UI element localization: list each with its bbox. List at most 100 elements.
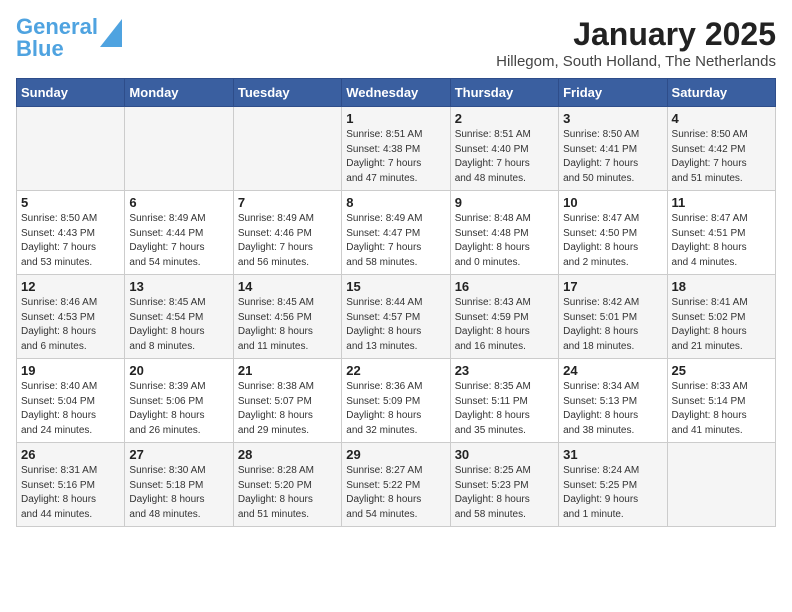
day-cell: 21 Sunrise: 8:38 AM Sunset: 5:07 PM Dayli… [233, 359, 341, 443]
day-cell: 27 Sunrise: 8:30 AM Sunset: 5:18 PM Dayli… [125, 443, 233, 527]
page-header: GeneralBlue January 2025 Hillegom, South… [16, 16, 776, 70]
week-row-5: 26 Sunrise: 8:31 AM Sunset: 5:16 PM Dayli… [17, 443, 776, 527]
day-info: Sunrise: 8:43 AM Sunset: 4:59 PM Dayligh… [455, 296, 554, 354]
day-number: 13 [129, 279, 228, 294]
day-cell: 17Sunrise: 8:42 AM Sunset: 5:01 PM Dayli… [559, 275, 667, 359]
day-number: 29 [346, 447, 445, 462]
day-cell [233, 107, 341, 191]
day-cell [667, 443, 775, 527]
day-cell: 4 Sunrise: 8:50 AM Sunset: 4:42 PM Daylig… [667, 107, 775, 191]
day-cell: 31Sunrise: 8:24 AM Sunset: 5:25 PM Dayli… [559, 443, 667, 527]
day-info: Sunrise: 8:50 AM Sunset: 4:42 PM Dayligh… [672, 128, 771, 186]
day-info: Sunrise: 8:33 AM Sunset: 5:14 PM Dayligh… [672, 380, 771, 438]
day-cell: 20 Sunrise: 8:39 AM Sunset: 5:06 PM Dayli… [125, 359, 233, 443]
day-info: Sunrise: 8:47 AM Sunset: 4:50 PM Dayligh… [563, 212, 662, 270]
day-number: 5 [21, 195, 120, 210]
day-number: 2 [455, 111, 554, 126]
day-number: 8 [346, 195, 445, 210]
day-cell: 8Sunrise: 8:49 AM Sunset: 4:47 PM Daylig… [342, 191, 450, 275]
day-info: Sunrise: 8:34 AM Sunset: 5:13 PM Dayligh… [563, 380, 662, 438]
day-cell: 23 Sunrise: 8:35 AM Sunset: 5:11 PM Dayli… [450, 359, 558, 443]
day-cell: 13 Sunrise: 8:45 AM Sunset: 4:54 PM Dayli… [125, 275, 233, 359]
day-info: Sunrise: 8:30 AM Sunset: 5:18 PM Dayligh… [129, 464, 228, 522]
day-info: Sunrise: 8:35 AM Sunset: 5:11 PM Dayligh… [455, 380, 554, 438]
header-sunday: Sunday [17, 79, 125, 107]
day-cell: 18 Sunrise: 8:41 AM Sunset: 5:02 PM Dayli… [667, 275, 775, 359]
day-number: 19 [21, 363, 120, 378]
day-cell: 30Sunrise: 8:25 AM Sunset: 5:23 PM Dayli… [450, 443, 558, 527]
day-number: 6 [129, 195, 228, 210]
day-number: 18 [672, 279, 771, 294]
day-info: Sunrise: 8:24 AM Sunset: 5:25 PM Dayligh… [563, 464, 662, 522]
header-saturday: Saturday [667, 79, 775, 107]
day-number: 17 [563, 279, 662, 294]
day-cell: 14Sunrise: 8:45 AM Sunset: 4:56 PM Dayli… [233, 275, 341, 359]
week-row-4: 19 Sunrise: 8:40 AM Sunset: 5:04 PM Dayli… [17, 359, 776, 443]
header-wednesday: Wednesday [342, 79, 450, 107]
location-title: Hillegom, South Holland, The Netherlands [496, 53, 776, 70]
day-cell: 25 Sunrise: 8:33 AM Sunset: 5:14 PM Dayli… [667, 359, 775, 443]
day-cell: 9 Sunrise: 8:48 AM Sunset: 4:48 PM Daylig… [450, 191, 558, 275]
header-friday: Friday [559, 79, 667, 107]
logo-triangle-icon [100, 19, 122, 47]
day-cell: 15 Sunrise: 8:44 AM Sunset: 4:57 PM Dayli… [342, 275, 450, 359]
day-number: 24 [563, 363, 662, 378]
day-info: Sunrise: 8:51 AM Sunset: 4:40 PM Dayligh… [455, 128, 554, 186]
week-row-3: 12 Sunrise: 8:46 AM Sunset: 4:53 PM Dayli… [17, 275, 776, 359]
day-info: Sunrise: 8:45 AM Sunset: 4:54 PM Dayligh… [129, 296, 228, 354]
day-cell: 6 Sunrise: 8:49 AM Sunset: 4:44 PM Daylig… [125, 191, 233, 275]
day-number: 26 [21, 447, 120, 462]
day-number: 16 [455, 279, 554, 294]
day-info: Sunrise: 8:38 AM Sunset: 5:07 PM Dayligh… [238, 380, 337, 438]
day-number: 22 [346, 363, 445, 378]
day-info: Sunrise: 8:45 AM Sunset: 4:56 PM Dayligh… [238, 296, 337, 354]
day-cell: 28 Sunrise: 8:28 AM Sunset: 5:20 PM Dayli… [233, 443, 341, 527]
day-number: 25 [672, 363, 771, 378]
day-cell: 19 Sunrise: 8:40 AM Sunset: 5:04 PM Dayli… [17, 359, 125, 443]
day-cell [125, 107, 233, 191]
week-row-1: 1Sunrise: 8:51 AM Sunset: 4:38 PM Daylig… [17, 107, 776, 191]
day-cell: 22 Sunrise: 8:36 AM Sunset: 5:09 PM Dayli… [342, 359, 450, 443]
day-cell: 24 Sunrise: 8:34 AM Sunset: 5:13 PM Dayli… [559, 359, 667, 443]
day-info: Sunrise: 8:44 AM Sunset: 4:57 PM Dayligh… [346, 296, 445, 354]
day-info: Sunrise: 8:39 AM Sunset: 5:06 PM Dayligh… [129, 380, 228, 438]
title-block: January 2025 Hillegom, South Holland, Th… [496, 16, 776, 70]
logo: GeneralBlue [16, 16, 122, 60]
day-number: 28 [238, 447, 337, 462]
day-info: Sunrise: 8:41 AM Sunset: 5:02 PM Dayligh… [672, 296, 771, 354]
day-cell: 10 Sunrise: 8:47 AM Sunset: 4:50 PM Dayli… [559, 191, 667, 275]
day-info: Sunrise: 8:27 AM Sunset: 5:22 PM Dayligh… [346, 464, 445, 522]
day-info: Sunrise: 8:31 AM Sunset: 5:16 PM Dayligh… [21, 464, 120, 522]
day-info: Sunrise: 8:47 AM Sunset: 4:51 PM Dayligh… [672, 212, 771, 270]
month-title: January 2025 [496, 16, 776, 53]
day-info: Sunrise: 8:28 AM Sunset: 5:20 PM Dayligh… [238, 464, 337, 522]
day-info: Sunrise: 8:49 AM Sunset: 4:44 PM Dayligh… [129, 212, 228, 270]
day-cell: 2 Sunrise: 8:51 AM Sunset: 4:40 PM Daylig… [450, 107, 558, 191]
header-thursday: Thursday [450, 79, 558, 107]
day-number: 11 [672, 195, 771, 210]
day-number: 27 [129, 447, 228, 462]
day-info: Sunrise: 8:48 AM Sunset: 4:48 PM Dayligh… [455, 212, 554, 270]
day-cell [17, 107, 125, 191]
header-tuesday: Tuesday [233, 79, 341, 107]
day-info: Sunrise: 8:50 AM Sunset: 4:41 PM Dayligh… [563, 128, 662, 186]
header-row: SundayMondayTuesdayWednesdayThursdayFrid… [17, 79, 776, 107]
day-cell: 26 Sunrise: 8:31 AM Sunset: 5:16 PM Dayli… [17, 443, 125, 527]
day-cell: 5Sunrise: 8:50 AM Sunset: 4:43 PM Daylig… [17, 191, 125, 275]
day-number: 20 [129, 363, 228, 378]
day-number: 23 [455, 363, 554, 378]
logo-text: GeneralBlue [16, 16, 98, 60]
day-info: Sunrise: 8:36 AM Sunset: 5:09 PM Dayligh… [346, 380, 445, 438]
day-info: Sunrise: 8:49 AM Sunset: 4:46 PM Dayligh… [238, 212, 337, 270]
day-cell: 11 Sunrise: 8:47 AM Sunset: 4:51 PM Dayli… [667, 191, 775, 275]
day-number: 10 [563, 195, 662, 210]
day-number: 9 [455, 195, 554, 210]
day-info: Sunrise: 8:46 AM Sunset: 4:53 PM Dayligh… [21, 296, 120, 354]
day-number: 4 [672, 111, 771, 126]
day-number: 12 [21, 279, 120, 294]
day-number: 21 [238, 363, 337, 378]
day-number: 15 [346, 279, 445, 294]
day-number: 30 [455, 447, 554, 462]
day-number: 7 [238, 195, 337, 210]
day-info: Sunrise: 8:40 AM Sunset: 5:04 PM Dayligh… [21, 380, 120, 438]
